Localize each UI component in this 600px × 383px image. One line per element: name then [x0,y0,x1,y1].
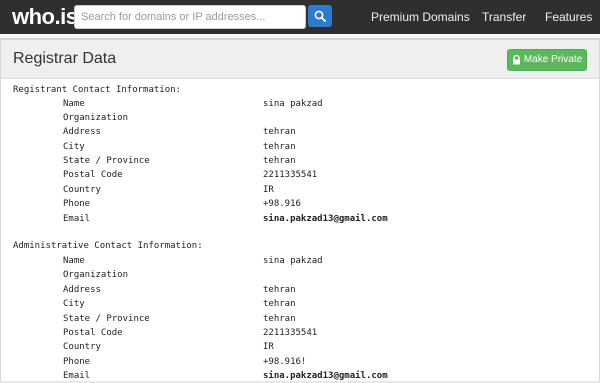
row-value: sina pakzad [263,99,323,109]
registrar-data-panel: Registrar Data Make Private Registrant C… [0,39,600,381]
row-value: tehran [263,299,296,309]
whois-logo[interactable]: who.is [12,4,78,30]
row-label: State / Province [63,156,150,166]
row-label: Address [63,285,101,295]
row-label: Country [63,185,101,195]
administrative-heading: Administrative Contact Information: [13,241,203,251]
row-label: Country [63,342,101,352]
make-private-button[interactable]: Make Private [507,49,587,71]
row-value: tehran [263,156,296,166]
row-value: 2211335541 [263,170,318,180]
row-value: sina pakzad [263,256,323,266]
row-label: City [63,142,85,152]
row-value: +98.916! [263,357,307,367]
row-value: IR [263,342,274,352]
nav-premium-domains[interactable]: Premium Domains [371,0,470,34]
row-label: Name [63,256,85,266]
row-value: tehran [263,285,296,295]
row-value: +98.916 [263,199,301,209]
make-private-label: Make Private [523,54,583,66]
row-value: tehran [263,127,296,137]
nav-transfer[interactable]: Transfer [482,0,526,34]
search-icon [314,10,326,22]
row-label: Email [63,371,91,381]
registrant-heading: Registrant Contact Information: [13,85,181,95]
row-label: Name [63,99,85,109]
row-value: tehran [263,314,296,324]
row-label: Phone [63,199,91,209]
panel-title: Registrar Data [13,50,117,67]
lock-icon [512,54,520,65]
row-value: tehran [263,142,296,152]
search-input[interactable] [74,5,306,29]
email-value: sina.pakzad13@gmail.com [263,371,388,381]
row-label: State / Province [63,314,150,324]
row-label: Organization [63,113,129,123]
row-label: Email [63,214,91,224]
row-value: IR [263,185,274,195]
top-navbar: who.is Premium Domains Transfer Features [0,0,600,34]
panel-header: Registrar Data Make Private [1,40,599,79]
row-label: Postal Code [63,328,123,338]
row-label: Phone [63,357,91,367]
row-label: City [63,299,85,309]
search-button[interactable] [308,5,332,27]
nav-features[interactable]: Features [545,0,592,34]
row-label: Postal Code [63,170,123,180]
row-label: Address [63,127,101,137]
row-value: 2211335541 [263,328,318,338]
email-value: sina.pakzad13@gmail.com [263,214,388,224]
row-label: Organization [63,270,129,280]
